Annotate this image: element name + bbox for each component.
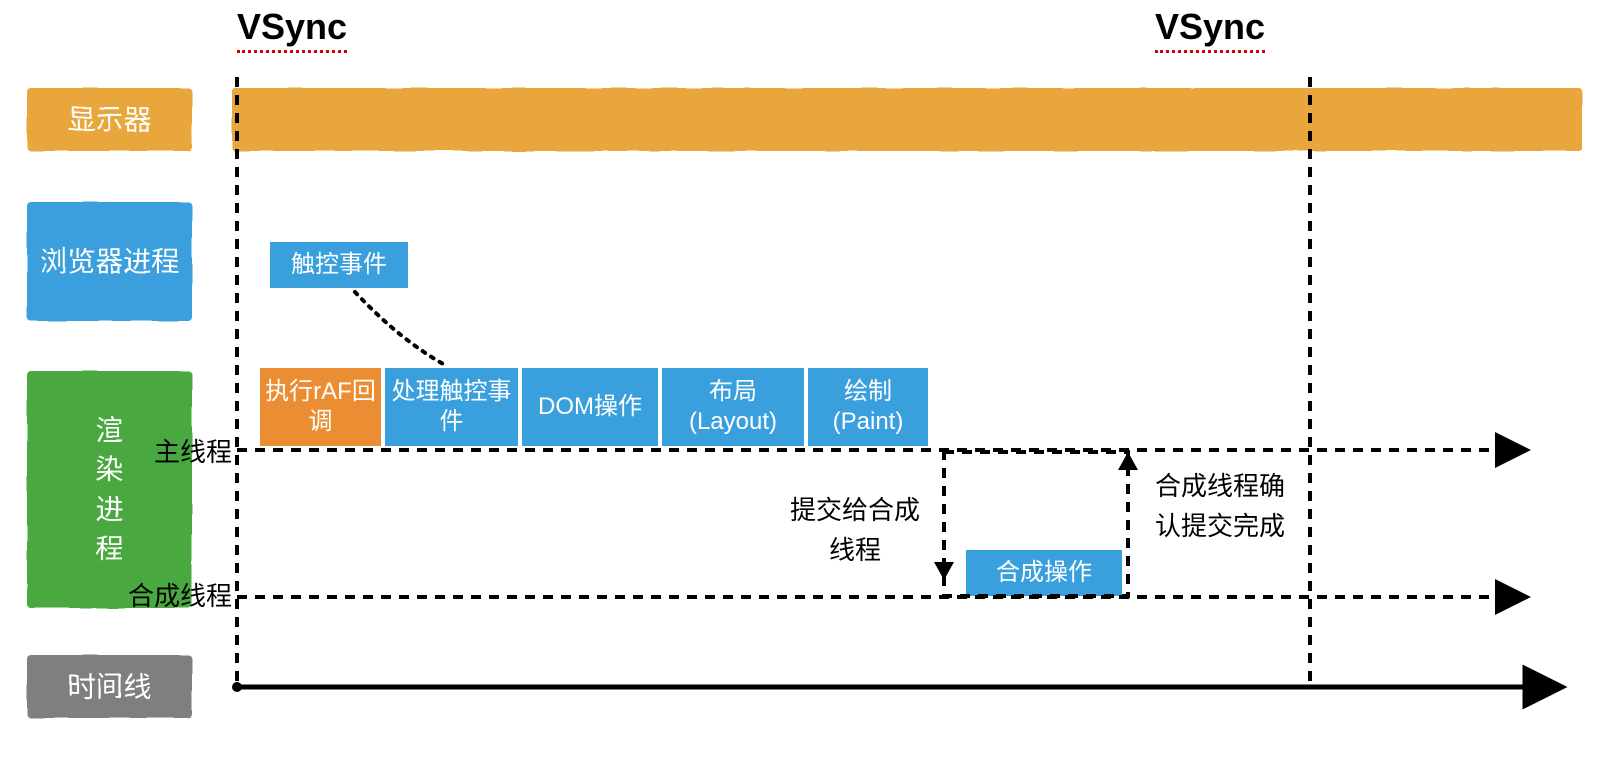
diagram-stage: VSync VSync 显示器 浏览器进程 渲染进程 时间线 触控事件 执行rA…: [0, 0, 1618, 776]
task-raf: 执行rAF回调: [258, 366, 383, 448]
task-paint: 绘制 (Paint): [806, 366, 930, 448]
vsync-label-start: VSync: [237, 6, 347, 53]
row-label-renderer: 渲染进程: [27, 371, 192, 608]
label-compositor-thread: 合成线程: [108, 576, 232, 613]
task-composite: 合成操作: [964, 548, 1124, 598]
task-touch-event: 触控事件: [268, 240, 410, 290]
note-commit: 提交给合成线程: [770, 490, 940, 570]
row-label-display: 显示器: [27, 88, 192, 151]
display-bar: [232, 88, 1582, 151]
row-label-browser: 浏览器进程: [27, 202, 192, 321]
label-main-thread: 主线程: [132, 432, 232, 469]
task-dom-ops: DOM操作: [520, 366, 660, 448]
note-confirm: 合成线程确认提交完成: [1135, 466, 1305, 546]
task-layout: 布局 (Layout): [660, 366, 806, 448]
row-label-timeline: 时间线: [27, 655, 192, 718]
task-handle-touch: 处理触控事件: [383, 366, 520, 448]
vsync-label-end: VSync: [1155, 6, 1265, 53]
